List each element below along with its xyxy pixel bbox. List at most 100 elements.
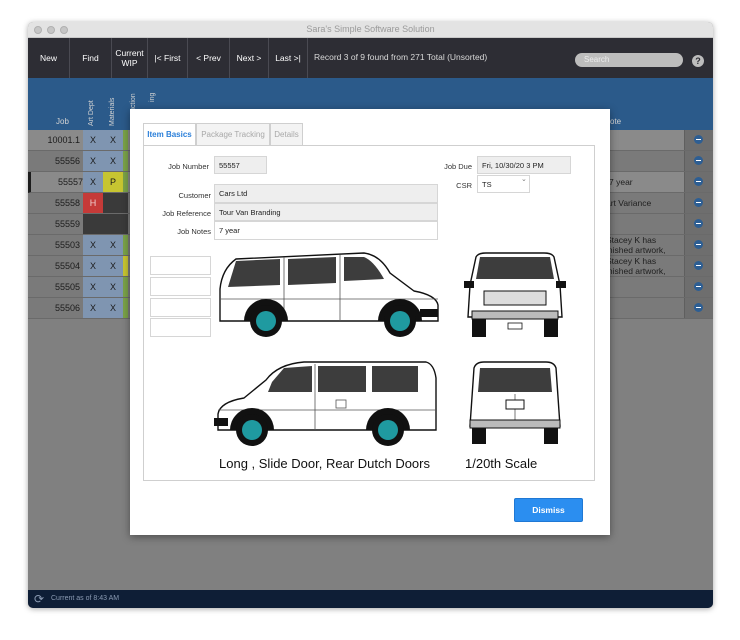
customer-label: Customer [178, 191, 211, 200]
job-reference-field[interactable]: Tour Van Branding [214, 203, 438, 221]
row-action[interactable] [684, 214, 713, 234]
production-status-cell [123, 235, 128, 255]
status-bar: ⟳ Current as of 8:43 AM [28, 590, 713, 608]
remove-icon[interactable] [694, 198, 703, 207]
job-number-cell: 55556 [54, 156, 80, 166]
dismiss-button[interactable]: Dismiss [514, 498, 583, 522]
color-swatch[interactable] [150, 256, 211, 275]
remove-icon[interactable] [694, 135, 703, 144]
remove-icon[interactable] [694, 261, 703, 270]
art-status-cell: X [83, 298, 103, 318]
note-cell-line-2: inished artwork, [606, 266, 666, 276]
job-number-cell: 55558 [54, 198, 80, 208]
job-due-label: Job Due [444, 162, 472, 171]
row-action[interactable] [684, 235, 713, 255]
vehicle-caption: Long , Slide Door, Rear Dutch Doors [219, 456, 430, 471]
toolbar: New Find Current WIP |< First < Prev Nex… [28, 38, 713, 78]
row-action[interactable] [684, 193, 713, 213]
art-status-cell: X [83, 277, 103, 297]
row-action[interactable] [684, 277, 713, 297]
materials-status-cell: X [103, 151, 123, 171]
tab-item-basics[interactable]: Item Basics [143, 123, 196, 146]
last-record-button[interactable]: Last >| [269, 38, 308, 78]
remove-icon[interactable] [694, 156, 703, 165]
note-cell: 7 year [609, 177, 633, 187]
materials-status-cell: X [103, 235, 123, 255]
art-status-cell: H [83, 193, 103, 213]
job-number-cell: 10001.1 [47, 135, 80, 145]
materials-status-cell: P [103, 172, 123, 192]
materials-column-header[interactable]: Materials [109, 98, 116, 126]
note-cell: art Variance [606, 198, 652, 208]
van-rear-view [469, 361, 561, 444]
materials-status-cell: X [103, 256, 123, 276]
remove-icon[interactable] [694, 303, 703, 312]
color-swatch[interactable] [150, 298, 211, 317]
production-status-cell [123, 298, 128, 318]
window-title: Sara's Simple Software Solution [306, 24, 435, 34]
row-action[interactable] [684, 256, 713, 276]
art-status-cell: X [83, 256, 103, 276]
job-detail-dialog: Item Basics Package Tracking Details Job… [130, 109, 610, 535]
new-button[interactable]: New [28, 38, 70, 78]
prev-record-button[interactable]: < Prev [188, 38, 230, 78]
remove-icon[interactable] [694, 240, 703, 249]
tracking-column-header[interactable]: ing [149, 93, 156, 102]
job-number-label: Job Number [168, 162, 209, 171]
production-status-cell [123, 172, 128, 192]
job-due-field[interactable]: Fri, 10/30/20 3 PM [477, 156, 571, 174]
remove-icon[interactable] [694, 282, 703, 291]
job-number-cell: 55505 [54, 282, 80, 292]
job-number-cell: 55506 [54, 303, 80, 313]
color-swatch[interactable] [150, 318, 211, 337]
van-front-view [464, 252, 566, 337]
art-status-cell: X [83, 151, 103, 171]
row-action[interactable] [684, 172, 713, 192]
customer-field[interactable]: Cars Ltd [214, 184, 438, 203]
materials-status-cell: X [103, 277, 123, 297]
refresh-icon[interactable]: ⟳ [34, 592, 44, 606]
materials-status-cell: X [103, 298, 123, 318]
art-dept-column-header[interactable]: Art Dept [88, 100, 95, 126]
color-swatch[interactable] [150, 277, 211, 296]
art-status-cell: X [83, 172, 103, 192]
row-action[interactable] [684, 298, 713, 318]
row-action[interactable] [684, 151, 713, 171]
note-cell: Stacey K has [606, 235, 657, 245]
materials-status-cell: X [103, 130, 123, 150]
note-column-header[interactable]: ote [610, 117, 621, 126]
job-number-cell: 55503 [54, 240, 80, 250]
job-notes-field[interactable]: 7 year [214, 221, 438, 240]
next-record-button[interactable]: Next > [230, 38, 269, 78]
note-cell-line-2: inished artwork, [606, 245, 666, 255]
remove-icon[interactable] [694, 219, 703, 228]
title-bar: Sara's Simple Software Solution [28, 22, 713, 38]
search-input[interactable]: Search [575, 53, 683, 67]
job-number-field[interactable]: 55557 [214, 156, 267, 174]
remove-icon[interactable] [694, 177, 703, 186]
last-updated-text: Current as of 8:43 AM [51, 595, 120, 602]
scale-caption: 1/20th Scale [465, 456, 538, 471]
first-record-button[interactable]: |< First [148, 38, 188, 78]
tab-package-tracking[interactable]: Package Tracking [196, 123, 270, 145]
find-button[interactable]: Find [70, 38, 112, 78]
current-wip-button[interactable]: Current WIP [112, 38, 148, 78]
job-number-cell: 55504 [54, 261, 80, 271]
job-column-header[interactable]: Job [56, 117, 69, 126]
item-basics-panel: Job Number 55557 Job Due Fri, 10/30/20 3… [143, 145, 595, 481]
production-status-cell [123, 277, 128, 297]
production-status-cell [123, 256, 128, 276]
van-side-view-top [219, 252, 439, 337]
job-reference-label: Job Reference [162, 209, 211, 218]
art-status-cell: X [83, 130, 103, 150]
note-cell: Stacey K has [606, 256, 657, 266]
production-status-cell [123, 130, 128, 150]
materials-status-cell [103, 193, 128, 213]
art-status-cell [83, 214, 128, 234]
help-icon[interactable]: ? [692, 55, 704, 67]
row-action[interactable] [684, 130, 713, 150]
chevron-down-icon[interactable]: ⌄ [521, 175, 527, 183]
production-status-cell [123, 151, 128, 171]
tab-details[interactable]: Details [270, 123, 303, 145]
art-status-cell: X [83, 235, 103, 255]
